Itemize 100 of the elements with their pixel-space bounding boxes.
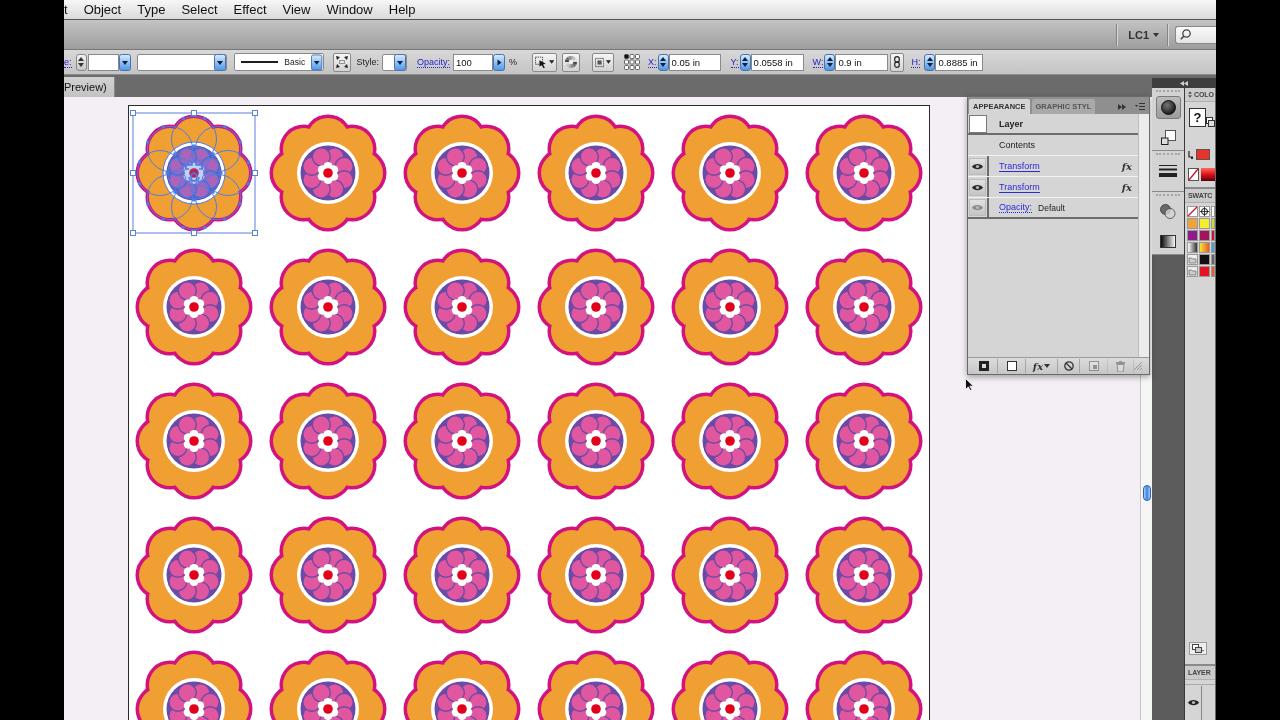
caret-icon [548, 60, 555, 64]
visibility-toggle[interactable] [969, 178, 986, 196]
fx-label: fx [1121, 160, 1132, 172]
square-icon [1006, 361, 1017, 371]
stroke-link[interactable]: e: [64, 56, 72, 68]
effects-button[interactable]: fx [1026, 359, 1058, 373]
visibility-toggle[interactable] [969, 157, 986, 175]
recolor-button[interactable] [562, 52, 581, 72]
up-down-arrows-icon [742, 57, 749, 67]
selection-cursor-icon [535, 55, 547, 69]
gradient-swatch[interactable] [1199, 242, 1210, 253]
overlapping-squares-icon[interactable] [1206, 117, 1215, 127]
constrain-button[interactable] [890, 52, 905, 72]
color-swatch[interactable] [1187, 218, 1198, 229]
coordinate-link[interactable]: Y: [730, 56, 739, 68]
brush-dropdown[interactable]: Basic [233, 53, 324, 71]
color-swatch[interactable] [1211, 206, 1215, 217]
stepper-button[interactable] [824, 53, 836, 71]
color-swatch[interactable] [1211, 266, 1215, 277]
color-swatch[interactable] [1199, 266, 1210, 277]
dock-button[interactable] [1155, 96, 1181, 119]
visibility-toggle[interactable] [969, 199, 986, 216]
reference-point-button[interactable] [624, 54, 641, 70]
value-field[interactable]: 0.05 in [668, 53, 721, 71]
caret-icon [1044, 364, 1051, 368]
menu-item[interactable]: Select [173, 0, 226, 19]
color-swatch[interactable] [1187, 230, 1198, 241]
color-swatch[interactable] [1211, 254, 1215, 265]
toolbar-button[interactable] [332, 52, 351, 72]
fx-label: fx [1121, 181, 1132, 193]
select-similar-button[interactable] [532, 52, 558, 72]
search-field[interactable] [1175, 25, 1216, 44]
coordinate-link[interactable]: H: [911, 56, 921, 68]
coordinate-link[interactable]: W: [812, 56, 824, 68]
spectrum-bar[interactable] [1201, 168, 1215, 181]
menu-item[interactable]: Type [129, 0, 174, 19]
input-field[interactable] [87, 53, 119, 71]
opacity-link[interactable]: Opacity: [417, 56, 451, 68]
up-down-arrows-icon [1188, 91, 1192, 98]
effect-link[interactable]: Transform [999, 181, 1040, 193]
overlapping-circles-icon [1160, 204, 1176, 219]
stepper-button[interactable] [924, 53, 936, 71]
menu-item[interactable]: Effect [225, 0, 275, 19]
corner-bracket-icon[interactable] [1188, 150, 1194, 159]
style-dropdown[interactable] [382, 53, 408, 71]
workspace-switcher[interactable]: LC1 [1118, 22, 1167, 47]
horizontal-lines-icon [1159, 164, 1177, 177]
isolate-button[interactable] [592, 52, 615, 72]
color-swatch[interactable] [1211, 230, 1215, 241]
style-label: Style: [356, 57, 380, 67]
stroke-line-icon [240, 61, 279, 63]
menu-item[interactable]: Help [380, 0, 424, 19]
menu-item[interactable]: Window [318, 0, 381, 19]
no-entry-icon [1063, 361, 1074, 371]
color-swatch[interactable] [1211, 218, 1215, 229]
panel-menu-icon[interactable] [1135, 103, 1145, 110]
menu-item[interactable]: t [64, 0, 76, 19]
value-field[interactable]: 0.0558 in [750, 53, 804, 71]
reference-point-icon [624, 54, 641, 70]
registration-swatch-icon[interactable] [1199, 206, 1210, 217]
opacity-link[interactable]: Opacity: [999, 202, 1032, 213]
pointer-icon [965, 378, 974, 391]
up-down-arrows-icon [826, 57, 833, 67]
color-swatch[interactable] [1199, 218, 1210, 229]
stepper-button[interactable] [657, 53, 669, 71]
stepper-button[interactable] [75, 53, 87, 71]
opacity-value: Default [1038, 202, 1065, 213]
eye-icon [972, 183, 983, 191]
collapse-icon[interactable] [1118, 103, 1126, 110]
stepper-button[interactable] [739, 53, 751, 71]
dropdown-field[interactable] [136, 53, 227, 71]
gradient-swatch[interactable] [1187, 242, 1198, 253]
menu-item[interactable]: View [274, 0, 319, 19]
value-field[interactable]: 0.8885 in [935, 53, 984, 71]
filled-square-icon [978, 361, 989, 371]
document-tab[interactable]: Preview) [64, 77, 115, 97]
resize-grip-icon[interactable] [1134, 362, 1142, 370]
layer-thumbnail-icon [968, 114, 987, 133]
duplicate-icon [1088, 361, 1099, 371]
circle-icon [1160, 100, 1176, 115]
menu-item[interactable]: Object [75, 0, 130, 19]
color-swatch[interactable] [1199, 254, 1210, 265]
none-swatch-icon[interactable] [1188, 168, 1199, 181]
library-button[interactable] [1189, 642, 1207, 655]
coordinate-link[interactable]: X: [648, 56, 657, 68]
value-field[interactable]: 0.9 in [835, 53, 889, 71]
percent-sign: % [509, 57, 518, 67]
none-swatch-icon[interactable] [1187, 206, 1198, 217]
gamut-warning[interactable]: ? [1189, 108, 1206, 127]
chain-link-icon [894, 56, 901, 68]
caret-icon [606, 60, 612, 64]
double-arrow-icon[interactable] [1180, 80, 1188, 86]
scroll-thumb[interactable] [1142, 485, 1151, 501]
opacity-field[interactable]: 100 [453, 53, 494, 71]
stacked-squares-icon [1192, 644, 1204, 653]
color-swatch[interactable] [1199, 230, 1210, 241]
gradient-square-icon [1160, 235, 1176, 248]
effect-link[interactable]: Transform [999, 160, 1040, 172]
color-swatch[interactable] [1211, 242, 1215, 253]
fill-color-icon[interactable] [1196, 149, 1210, 160]
